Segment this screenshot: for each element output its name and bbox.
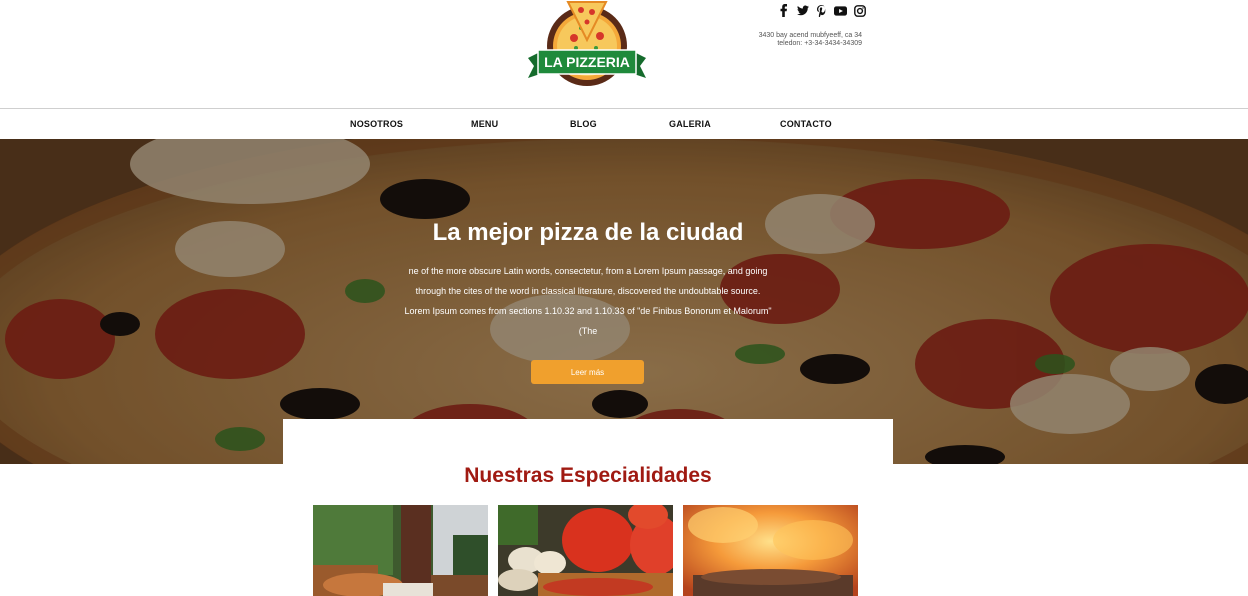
specialty-image-restaurant[interactable]	[313, 505, 488, 596]
instagram-icon[interactable]	[853, 4, 866, 17]
nav-item-menu[interactable]: MENU	[471, 119, 498, 129]
specialty-image-oven[interactable]	[683, 505, 858, 596]
nav-item-contacto[interactable]: CONTACTO	[780, 119, 832, 129]
specialty-image-ingredients[interactable]	[498, 505, 673, 596]
nav-item-galeria[interactable]: GALERIA	[669, 119, 711, 129]
main-nav: NOSOTROS MENU BLOG GALERIA CONTACTO	[0, 110, 1248, 139]
nav-item-blog[interactable]: BLOG	[570, 119, 597, 129]
pinterest-icon[interactable]	[815, 4, 828, 17]
address-line: 3430 bay acend mubfyeeff, ca 34	[758, 32, 862, 39]
youtube-icon[interactable]	[834, 4, 847, 17]
contact-address: 3430 bay acend mubfyeeff, ca 34 teledon:…	[700, 32, 862, 48]
social-links	[777, 4, 866, 17]
logo-text: LA PIZZERIA	[544, 54, 630, 70]
specialties-title: Nuestras Especialidades	[464, 464, 712, 487]
facebook-icon[interactable]	[777, 4, 790, 17]
read-more-button[interactable]: Leer más	[531, 360, 644, 384]
site-header: LA PIZZERIA 3430 bay acend mubfyeeff, ca…	[0, 0, 1248, 109]
la-pizzeria-logo[interactable]: LA PIZZERIA	[526, 0, 648, 92]
hero-banner: La mejor pizza de la ciudad ne of the mo…	[0, 139, 1248, 464]
hero-text: ne of the more obscure Latin words, cons…	[404, 266, 772, 336]
phone-line: teledon: +3-34-3434-34309	[777, 40, 862, 47]
hero-title: La mejor pizza de la ciudad	[432, 219, 744, 246]
nav-item-nosotros[interactable]: NOSOTROS	[350, 119, 403, 129]
twitter-icon[interactable]	[796, 4, 809, 17]
